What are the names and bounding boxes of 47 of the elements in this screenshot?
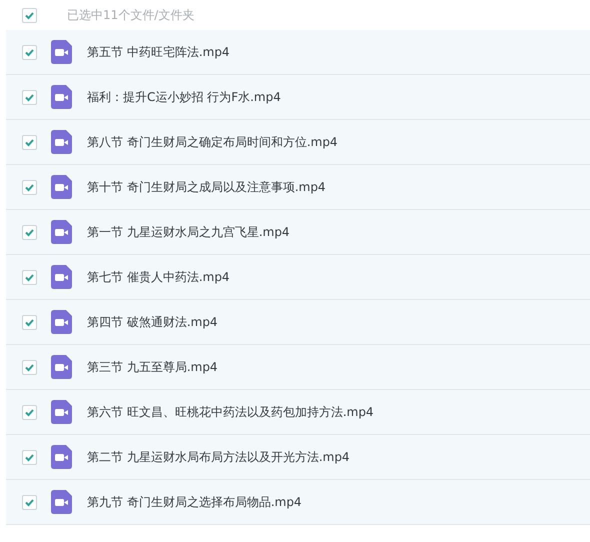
file-checkbox[interactable] <box>22 180 37 194</box>
video-file-icon <box>51 355 72 379</box>
video-file-icon <box>51 400 72 424</box>
file-checkbox[interactable] <box>22 44 37 60</box>
file-name[interactable]: 第四节 破煞通财法.mp4 <box>87 314 218 330</box>
video-file-icon <box>51 310 72 334</box>
file-checkbox[interactable] <box>22 450 37 464</box>
checkmark-icon <box>24 10 35 20</box>
file-name[interactable]: 第七节 催贵人中药法.mp4 <box>87 268 230 286</box>
checkmark-icon <box>24 316 35 328</box>
file-checkbox[interactable] <box>22 360 37 374</box>
file-name[interactable]: 第十节 奇门生财局之成局以及注意事项.mp4 <box>87 178 326 196</box>
video-file-icon <box>51 220 72 244</box>
file-name[interactable]: 第九节 奇门生财局之选择布局物品.mp4 <box>87 494 302 510</box>
video-file-icon <box>51 40 72 64</box>
video-file-icon <box>51 490 72 514</box>
file-name[interactable]: 第八节 奇门生财局之确定布局时间和方位.mp4 <box>87 134 338 150</box>
file-checkbox[interactable] <box>22 224 37 240</box>
checkmark-icon <box>24 92 35 102</box>
checkmark-icon <box>24 406 35 418</box>
video-file-icon <box>51 85 72 109</box>
file-checkbox[interactable] <box>22 134 37 150</box>
checkmark-icon <box>24 226 35 238</box>
video-file-icon <box>51 130 72 154</box>
file-checkbox[interactable] <box>22 494 37 510</box>
file-checkbox[interactable] <box>22 404 37 420</box>
file-name[interactable]: 第六节 旺文昌、旺桃花中药法以及药包加持方法.mp4 <box>87 404 374 420</box>
file-name[interactable]: 第一节 九星运财水局之九宫飞星.mp4 <box>87 224 290 240</box>
checkmark-icon <box>24 182 35 192</box>
file-checkbox[interactable] <box>22 270 37 284</box>
select-all-checkbox[interactable] <box>22 8 37 22</box>
file-name[interactable]: 第五节 中药旺宅阵法.mp4 <box>87 44 230 60</box>
checkmark-icon <box>24 496 35 508</box>
file-name[interactable]: 第二节 九星运财水局布局方法以及开光方法.mp4 <box>87 448 350 466</box>
checkmark-icon <box>24 272 35 282</box>
file-checkbox[interactable] <box>22 90 37 104</box>
video-file-icon <box>51 265 72 289</box>
file-name[interactable]: 福利：提升C运小妙招 行为F水.mp4 <box>87 88 281 106</box>
checkmark-icon <box>24 452 35 462</box>
checkmark-icon <box>24 46 35 58</box>
selection-summary: 已选中11个文件/文件夹 <box>67 6 194 24</box>
video-file-icon <box>51 445 72 469</box>
checkmark-icon <box>24 136 35 148</box>
file-name[interactable]: 第三节 九五至尊局.mp4 <box>87 358 218 376</box>
video-file-icon <box>51 175 72 199</box>
checkmark-icon <box>24 362 35 372</box>
file-checkbox[interactable] <box>22 314 37 330</box>
